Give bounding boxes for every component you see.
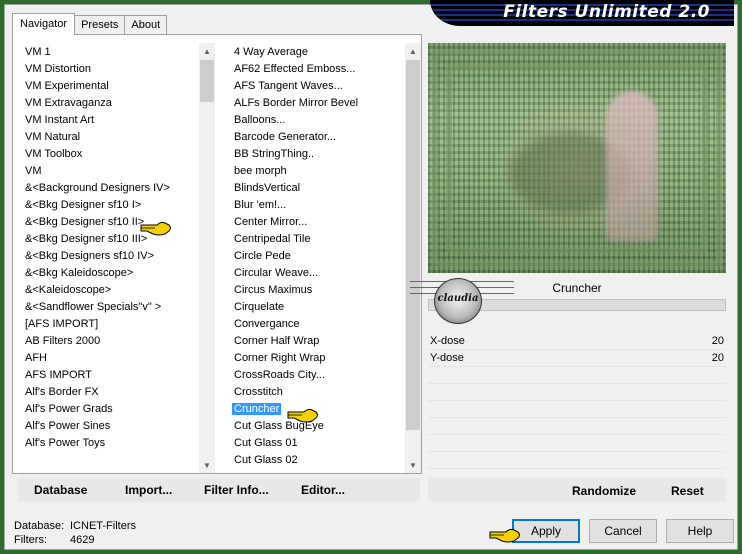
filter-item[interactable]: Barcode Generator... [230, 129, 404, 146]
database-label: Database: [14, 520, 65, 532]
param-value[interactable]: 20 [712, 350, 724, 367]
pointing-hand-icon [489, 528, 520, 543]
filter-item[interactable]: ALFs Border Mirror Bevel [230, 95, 404, 112]
category-item[interactable]: Alf's Power Sines [22, 418, 198, 435]
navigator-toolbar: Database Import... Filter Info... Editor… [18, 478, 420, 502]
filter-item[interactable]: Center Mirror... [230, 214, 404, 231]
category-item[interactable]: VM Experimental [22, 78, 198, 95]
filter-item[interactable]: Cirquelate [230, 299, 404, 316]
param-y-dose[interactable]: Y-dose 20 [428, 350, 726, 367]
param-name: X-dose [430, 335, 465, 347]
category-scrollbar[interactable]: ▲ ▼ [199, 43, 215, 473]
category-item[interactable]: VM 1 [22, 44, 198, 61]
filter-item[interactable]: Crosstitch [230, 384, 404, 401]
param-name: Y-dose [430, 352, 464, 364]
filter-item[interactable]: Corner Right Wrap [230, 350, 404, 367]
scroll-up-arrow-icon[interactable]: ▲ [405, 43, 421, 59]
filter-item[interactable]: AFS Tangent Waves... [230, 78, 404, 95]
category-item[interactable]: &<Kaleidoscope> [22, 282, 198, 299]
filter-item[interactable]: BlindsVertical [230, 180, 404, 197]
param-value[interactable]: 20 [712, 333, 724, 350]
category-item[interactable]: VM Instant Art [22, 112, 198, 129]
apply-button[interactable]: Apply [512, 519, 580, 543]
claudia-watermark-logo: claudia [410, 277, 514, 325]
parameter-list: X-dose 20 Y-dose 20 [428, 333, 726, 469]
editor-button[interactable]: Editor... [301, 483, 345, 497]
import-button[interactable]: Import... [125, 483, 172, 497]
category-item[interactable]: [AFS IMPORT] [22, 316, 198, 333]
scroll-down-arrow-icon[interactable]: ▼ [199, 457, 215, 473]
category-item[interactable]: AFH [22, 350, 198, 367]
filter-item[interactable]: CrossRoads City... [230, 367, 404, 384]
filters-count-label: Filters: [14, 534, 47, 546]
cancel-button[interactable]: Cancel [589, 519, 657, 543]
filter-item[interactable]: Circle Pede [230, 248, 404, 265]
database-status: Database: ICNET-Filters Filters: 4629 [14, 519, 136, 547]
category-item[interactable]: &<Bkg Kaleidoscope> [22, 265, 198, 282]
category-item[interactable]: VM Natural [22, 129, 198, 146]
param-x-dose[interactable]: X-dose 20 [428, 333, 726, 350]
filter-item[interactable]: bee morph [230, 163, 404, 180]
filter-item[interactable]: BB StringThing.. [230, 146, 404, 163]
filter-item[interactable]: Balloons... [230, 112, 404, 129]
category-item[interactable]: &<Bkg Designer sf10 I> [22, 197, 198, 214]
window-title: Filters Unlimited 2.0 [503, 2, 710, 22]
category-item[interactable]: VM Extravaganza [22, 95, 198, 112]
filter-preview-image [428, 43, 726, 273]
parameter-toolbar: Randomize Reset [428, 478, 726, 502]
filter-info-button[interactable]: Filter Info... [204, 483, 269, 497]
scroll-thumb[interactable] [406, 60, 420, 430]
help-button[interactable]: Help [666, 519, 734, 543]
filter-item[interactable]: Circular Weave... [230, 265, 404, 282]
pointing-hand-icon [287, 408, 318, 423]
tab-presets[interactable]: Presets [74, 15, 126, 35]
category-item[interactable]: AB Filters 2000 [22, 333, 198, 350]
category-item[interactable]: Alf's Power Toys [22, 435, 198, 452]
filters-count-value: 4629 [70, 534, 95, 546]
category-item[interactable]: &<Background Designers IV> [22, 180, 198, 197]
database-value: ICNET-Filters [70, 520, 136, 532]
title-banner: Filters Unlimited 2.0 [430, 0, 734, 26]
filter-item[interactable]: Centripedal Tile [230, 231, 404, 248]
category-item[interactable]: AFS IMPORT [22, 367, 198, 384]
category-item[interactable]: Alf's Power Grads [22, 401, 198, 418]
filter-item[interactable]: AF62 Effected Emboss... [230, 61, 404, 78]
category-item[interactable]: &<Sandflower Specials"v" > [22, 299, 198, 316]
randomize-button[interactable]: Randomize [572, 484, 636, 498]
filter-item[interactable]: Convergance [230, 316, 404, 333]
tab-navigator[interactable]: Navigator [12, 13, 76, 35]
filter-item[interactable]: Circus Maximus [230, 282, 404, 299]
tab-about[interactable]: About [124, 15, 168, 35]
filter-scrollbar[interactable]: ▲ ▼ [405, 43, 421, 473]
category-item[interactable]: VM [22, 163, 198, 180]
filter-item[interactable]: Corner Half Wrap [230, 333, 404, 350]
filter-list[interactable]: 4 Way Average AF62 Effected Emboss... AFS … [230, 41, 404, 469]
category-item[interactable]: VM Distortion [22, 61, 198, 78]
category-item[interactable]: &<Bkg Designers sf10 IV> [22, 248, 198, 265]
filter-item[interactable]: Blur 'em!... [230, 197, 404, 214]
category-item[interactable]: Alf's Border FX [22, 384, 198, 401]
reset-button[interactable]: Reset [671, 484, 704, 498]
filter-item[interactable]: Cut Glass 01 [230, 435, 404, 452]
database-button[interactable]: Database [34, 483, 87, 497]
tab-bar: Navigator Presets About [12, 13, 168, 35]
scroll-thumb[interactable] [200, 60, 214, 102]
scroll-up-arrow-icon[interactable]: ▲ [199, 43, 215, 59]
filter-item[interactable]: 4 Way Average [230, 44, 404, 61]
filter-item[interactable]: Cut Glass 02 [230, 452, 404, 469]
pointing-hand-icon [140, 221, 171, 236]
category-item[interactable]: VM Toolbox [22, 146, 198, 163]
scroll-down-arrow-icon[interactable]: ▼ [405, 457, 421, 473]
category-list[interactable]: VM 1 VM Distortion VM Experimental VM Extra… [22, 41, 198, 469]
